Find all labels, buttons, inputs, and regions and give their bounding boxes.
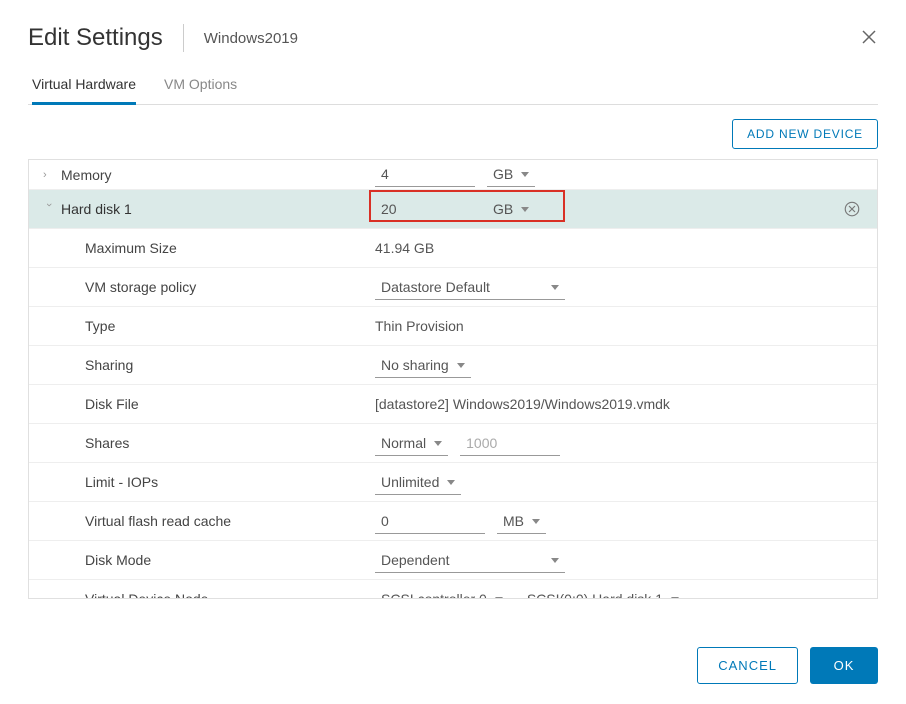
value-disk-file: [datastore2] Windows2019/Windows2019.vmd… [375,396,670,412]
memory-input[interactable] [375,162,475,187]
cancel-button[interactable]: CANCEL [697,647,798,684]
row-label-sharing: Sharing [85,357,133,373]
dialog-title: Edit Settings [28,24,184,52]
row-label-hard-disk: Hard disk 1 [61,201,132,217]
disk-mode-select[interactable]: Dependent [375,548,565,573]
row-label-memory: Memory [61,167,112,183]
tab-virtual-hardware[interactable]: Virtual Hardware [32,68,136,105]
shares-numeric-input[interactable] [460,431,560,456]
add-new-device-button[interactable]: ADD NEW DEVICE [732,119,878,149]
device-node-slot-select[interactable]: SCSI(0:0) Hard disk 1 [521,587,685,600]
remove-icon [843,200,861,218]
hard-disk-unit-select[interactable]: GB [487,197,535,222]
tab-bar: Virtual Hardware VM Options [28,68,878,105]
chevron-down-icon[interactable]: › [43,203,55,215]
row-label-device-node: Virtual Device Node [85,591,208,599]
sharing-select[interactable]: No sharing [375,353,471,378]
hard-disk-size-input[interactable] [375,197,475,222]
row-label-type: Type [85,318,115,334]
hardware-list[interactable]: › Memory GB › Hard disk 1 GB [28,159,878,599]
close-icon [860,28,878,46]
flash-cache-input[interactable] [375,509,485,534]
close-button[interactable] [860,28,878,49]
tab-vm-options[interactable]: VM Options [164,68,237,105]
row-label-shares: Shares [85,435,129,451]
device-node-controller-select[interactable]: SCSI controller 0 [375,587,509,600]
limit-iops-select[interactable]: Unlimited [375,470,461,495]
row-label-disk-file: Disk File [85,396,139,412]
storage-policy-select[interactable]: Datastore Default [375,275,565,300]
row-label-limit-iops: Limit - IOPs [85,474,158,490]
flash-cache-unit-select[interactable]: MB [497,509,546,534]
row-label-max-size: Maximum Size [85,240,177,256]
shares-select[interactable]: Normal [375,431,448,456]
ok-button[interactable]: OK [810,647,878,684]
value-max-size: 41.94 GB [375,240,434,256]
row-label-storage-policy: VM storage policy [85,279,196,295]
memory-unit-select[interactable]: GB [487,162,535,187]
value-type: Thin Provision [375,318,464,334]
remove-device-button[interactable] [843,200,861,221]
vm-name: Windows2019 [184,30,298,47]
row-label-flash-cache: Virtual flash read cache [85,513,231,529]
row-label-disk-mode: Disk Mode [85,552,151,568]
chevron-right-icon[interactable]: › [43,169,55,181]
